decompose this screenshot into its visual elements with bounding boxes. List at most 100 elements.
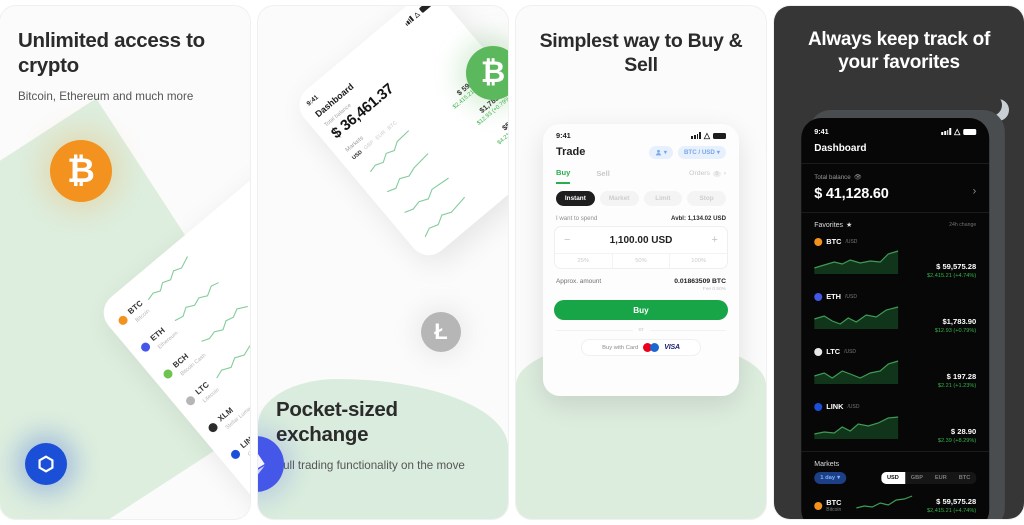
page-title: Unlimited access to crypto — [18, 29, 205, 77]
status-time: 9:41 — [556, 131, 571, 140]
tab-buy[interactable]: Buy — [556, 168, 571, 184]
orders-label: Orders — [689, 170, 710, 177]
sparkline — [814, 413, 899, 444]
percent-25[interactable]: 25% — [555, 254, 613, 268]
panel1-heading-block: Unlimited access to crypto Bitcoin, Ethe… — [0, 28, 250, 106]
table-row[interactable]: LTC /USD $ 197.28 $2.21 (+1.23%) — [801, 341, 989, 396]
currency-tab-usd[interactable]: USD — [880, 472, 905, 484]
coin-symbol: ETH — [826, 292, 842, 301]
panel3-heading-block: Simplest way to Buy & Sell — [516, 30, 766, 78]
coin-pair: /USD — [844, 348, 857, 355]
pair-label: BTC / USD — [683, 149, 715, 156]
or-label: or — [638, 327, 644, 333]
coin-dot-icon — [184, 394, 197, 408]
table-row[interactable]: BTC /USD $ 59,575.28 $2,415.21 (+4.74%) — [801, 231, 989, 286]
coin-dot-icon — [814, 292, 823, 301]
coin-price: $ 59,575.28 — [936, 262, 977, 271]
status-bar: 9:41 △ — [801, 118, 989, 139]
tilted-dashboard-phone: 9:41 △ Dashboard Total balance $ 36,461.… — [291, 6, 508, 264]
amount-value-row[interactable]: − 1,100.00 USD + — [555, 227, 727, 253]
chip-limit[interactable]: Limit — [643, 191, 683, 206]
page-title: Pocket-sized exchange — [276, 398, 398, 447]
chevron-right-icon: › — [723, 170, 726, 177]
coin-dot-icon — [814, 501, 823, 510]
pair-selector-pill[interactable]: BTC / USD ▾ — [677, 146, 726, 159]
total-balance-card[interactable]: Total balance 👁 $ 41,128.60 › — [801, 164, 989, 212]
orders-link[interactable]: Orders 0 › — [689, 170, 726, 182]
markets-label: Markets — [814, 461, 840, 468]
table-row[interactable]: ETH /USD $1,783.90 $12.93 (+0.79%) — [801, 286, 989, 341]
currency-tab-eur[interactable]: EUR — [929, 472, 953, 484]
sparkline — [856, 494, 913, 517]
decrement-button[interactable]: − — [564, 234, 570, 246]
approx-label: Approx. amount — [556, 278, 602, 285]
chip-stop[interactable]: Stop — [687, 191, 726, 206]
coin-dot-icon — [814, 402, 823, 411]
balance-label: Total balance — [814, 173, 851, 181]
status-icons: △ — [691, 131, 726, 140]
markets-filter-row[interactable]: 1 day ▾ USD GBP EUR BTC — [801, 472, 989, 490]
spend-label: I want to spend — [556, 215, 598, 222]
day-filter-pill[interactable]: 1 day ▾ — [814, 472, 846, 484]
amount-input[interactable]: 1,100.00 USD — [610, 235, 673, 246]
coin-symbol: LINK — [826, 402, 844, 411]
tab-sell[interactable]: Sell — [596, 169, 610, 183]
chip-instant[interactable]: Instant — [556, 191, 595, 206]
buy-sell-tabs[interactable]: Buy Sell Orders 0 › — [543, 168, 739, 184]
coin-dot-icon — [116, 313, 130, 327]
account-selector-pill[interactable]: ▾ — [648, 146, 673, 159]
table-row[interactable]: LINK /USD $ 28.90 $2.39 (+8.29%) — [801, 396, 989, 451]
currency-tab-btc[interactable]: BTC — [953, 472, 977, 484]
battery-icon — [713, 132, 726, 139]
buy-with-card-button[interactable]: Buy with Card VISA — [581, 339, 701, 356]
amount-stepper[interactable]: − 1,100.00 USD + 25% 50% 100% — [554, 226, 728, 269]
increment-button[interactable]: + — [712, 234, 718, 246]
currency-tabs[interactable]: USD GBP EUR BTC — [880, 472, 977, 484]
status-bar: 9:41 △ — [543, 124, 739, 142]
visa-icon: VISA — [664, 344, 680, 351]
dashboard-card: 9:41 △ Dashboard Total balance $ 36,461.… — [291, 6, 508, 264]
status-time: 9:41 — [814, 127, 829, 136]
coin-change: $2,415.21 (+4.74%) — [926, 508, 977, 514]
screenshot-panel-4[interactable]: Always keep track of your favorites 9:41… — [774, 6, 1024, 519]
coin-price: $1,783.90 — [942, 317, 977, 326]
sparkline — [814, 358, 899, 389]
coin-symbol: BTC — [826, 498, 842, 507]
favorites-label: Favorites — [814, 221, 844, 229]
approx-row: Approx. amount 0.01863509 BTC Fee 0.50% — [543, 269, 739, 292]
table-row[interactable]: BTC Bitcoin $ 59,575.28 $2,415.21 (+4.74… — [801, 490, 989, 519]
chainlink-icon — [25, 443, 67, 485]
dashboard-phone-mockup: 9:41 △ Dashboard Total balance 👁 $ 41,12… — [801, 118, 990, 519]
trade-phone-mockup: 9:41 △ Trade ▾ BTC / USD ▾ Buy Sell Orde… — [543, 124, 739, 396]
coin-price: $ 59,575.28 — [936, 497, 977, 506]
panel4-heading-block: Always keep track of your favorites — [774, 28, 1024, 74]
wifi-icon: △ — [954, 127, 961, 136]
coin-dot-icon — [206, 421, 220, 434]
coin-change: $2.39 (+8.29%) — [937, 438, 977, 444]
chip-market[interactable]: Market — [599, 191, 639, 206]
coin-pair: /USD — [845, 238, 858, 245]
fee-label: Fee 0.50% — [702, 287, 726, 292]
eye-icon[interactable]: 👁 — [854, 173, 862, 181]
sparkline — [814, 303, 899, 334]
order-type-chips[interactable]: Instant Market Limit Stop — [543, 184, 739, 206]
chevron-right-icon[interactable]: › — [973, 186, 977, 198]
total-balance: $ 41,128.60 — [814, 186, 889, 202]
app-store-screenshot-gallery: Unlimited access to crypto Bitcoin, Ethe… — [0, 0, 1024, 525]
percent-shortcuts[interactable]: 25% 50% 100% — [555, 253, 727, 268]
screenshot-panel-3[interactable]: Simplest way to Buy & Sell 9:41 △ Trade … — [516, 6, 766, 519]
coin-symbol: LTC — [826, 347, 841, 356]
screenshot-panel-1[interactable]: Unlimited access to crypto Bitcoin, Ethe… — [0, 6, 250, 519]
sparkline — [814, 248, 899, 279]
buy-button[interactable]: Buy — [554, 300, 728, 320]
screenshot-panel-2[interactable]: ₿ Ł 9:41 △ Dashboard Total balance $ 36,… — [258, 6, 508, 519]
coin-name: Bitcoin — [826, 507, 842, 513]
coin-change: $2,415.21 (+4.74%) — [926, 273, 977, 279]
coin-price: $ 59,575.28 — [248, 172, 250, 212]
favorites-header: Favorites ★ 24h change — [801, 213, 989, 231]
percent-100[interactable]: 100% — [670, 254, 727, 268]
currency-tab-gbp[interactable]: GBP — [905, 472, 929, 484]
page-subtitle: Full trading functionality on the move — [276, 459, 465, 473]
percent-50[interactable]: 50% — [613, 254, 671, 268]
coin-dot-icon — [814, 347, 823, 356]
